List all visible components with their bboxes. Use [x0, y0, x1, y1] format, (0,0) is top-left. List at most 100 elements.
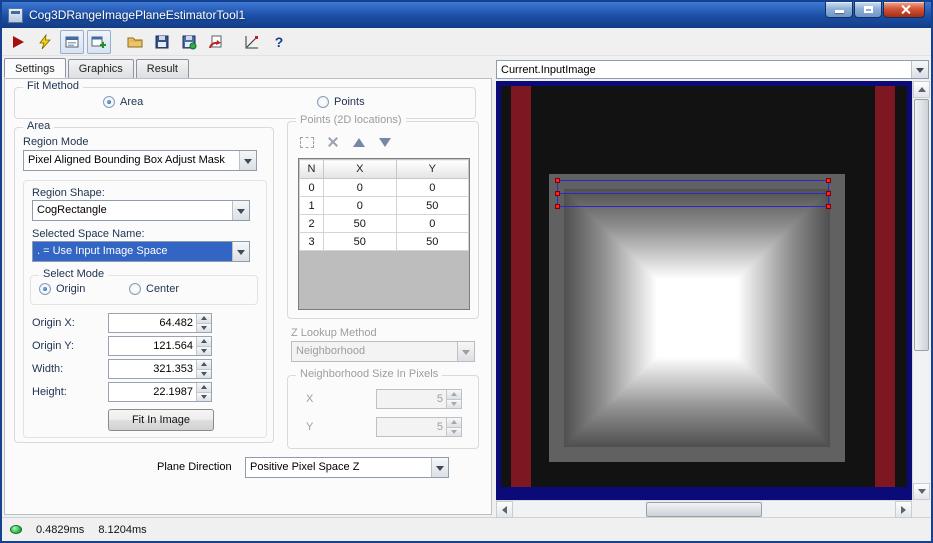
fit-method-points-radio[interactable]: Points	[317, 96, 365, 108]
cell-x[interactable]: 50	[323, 232, 397, 251]
resize-handle[interactable]	[555, 204, 560, 209]
spin-down-icon[interactable]	[197, 392, 211, 401]
cell-x[interactable]: 0	[323, 196, 397, 215]
spin-down-icon[interactable]	[197, 346, 211, 355]
save-image-button[interactable]	[177, 30, 201, 54]
open-file-button[interactable]	[123, 30, 147, 54]
origin-x-stepper[interactable]: 64.482	[108, 313, 212, 333]
height-value[interactable]: 22.1987	[109, 383, 196, 401]
titlebar[interactable]: Cog3DRangeImagePlaneEstimatorTool1	[2, 2, 931, 28]
fit-method-area-radio[interactable]: Area	[103, 96, 143, 108]
width-value[interactable]: 321.353	[109, 360, 196, 378]
col-header-x[interactable]: X	[323, 159, 397, 179]
cell-y[interactable]: 50	[395, 232, 469, 251]
cell-n[interactable]: 1	[299, 196, 324, 215]
benchmark-button[interactable]	[240, 30, 264, 54]
table-row[interactable]: 1 0 50	[299, 196, 469, 215]
chevron-down-icon[interactable]	[431, 458, 448, 477]
spin-up-icon[interactable]	[447, 390, 461, 400]
table-row[interactable]: 3 50 50	[299, 232, 469, 251]
region-shape-combobox[interactable]: CogRectangle	[32, 200, 250, 221]
tab-settings[interactable]: Settings	[4, 58, 66, 78]
image-viewport-wrap	[496, 81, 930, 518]
width-stepper[interactable]: 321.353	[108, 359, 212, 379]
neighborhood-y-stepper[interactable]: 5	[376, 417, 462, 437]
resize-handle[interactable]	[555, 191, 560, 196]
col-header-y[interactable]: Y	[395, 159, 469, 179]
run-button[interactable]	[6, 30, 30, 54]
points-table[interactable]: N X Y 0 0 0 1 0 50 2 50 0 3 50 50	[298, 158, 470, 310]
region-selection-rect[interactable]	[555, 178, 831, 209]
resize-handle[interactable]	[826, 191, 831, 196]
z-lookup-combobox[interactable]: Neighborhood	[291, 341, 475, 362]
select-mode-center-radio[interactable]: Center	[129, 283, 179, 295]
plane-direction-combobox[interactable]: Positive Pixel Space Z	[245, 457, 449, 478]
origin-y-stepper[interactable]: 121.564	[108, 336, 212, 356]
cell-n[interactable]: 0	[299, 178, 324, 197]
cell-y[interactable]: 0	[395, 214, 469, 233]
maximize-button[interactable]	[854, 2, 882, 18]
region-mode-combobox[interactable]: Pixel Aligned Bounding Box Adjust Mask	[23, 150, 257, 171]
spin-up-icon[interactable]	[197, 383, 211, 393]
image-viewport[interactable]	[496, 81, 912, 500]
tool-editor-button[interactable]	[60, 29, 84, 54]
fit-in-image-button[interactable]: Fit In Image	[108, 409, 214, 431]
new-tool-button[interactable]	[87, 29, 111, 54]
scroll-up-button[interactable]	[913, 81, 930, 98]
delete-point-button[interactable]	[324, 134, 342, 150]
horizontal-scroll-thumb[interactable]	[646, 502, 762, 517]
spin-down-icon[interactable]	[197, 323, 211, 332]
chevron-down-icon[interactable]	[239, 151, 256, 170]
close-button[interactable]	[883, 2, 925, 18]
spin-up-icon[interactable]	[197, 360, 211, 370]
save-button[interactable]	[150, 30, 174, 54]
spin-down-icon[interactable]	[447, 399, 461, 408]
add-point-button[interactable]	[298, 134, 316, 150]
tab-graphics[interactable]: Graphics	[67, 59, 134, 79]
spin-up-icon[interactable]	[197, 337, 211, 347]
spin-up-icon[interactable]	[197, 314, 211, 324]
resize-handle[interactable]	[826, 178, 831, 183]
neighborhood-x-stepper[interactable]: 5	[376, 389, 462, 409]
cell-y[interactable]: 50	[395, 196, 469, 215]
chevron-down-icon[interactable]	[457, 342, 474, 361]
cell-y[interactable]: 0	[395, 178, 469, 197]
spin-down-icon[interactable]	[197, 369, 211, 378]
scroll-left-button[interactable]	[496, 501, 513, 518]
cell-x[interactable]: 0	[323, 178, 397, 197]
chevron-down-icon[interactable]	[911, 61, 928, 78]
col-header-n[interactable]: N	[299, 159, 324, 179]
range-image[interactable]	[501, 86, 907, 487]
resize-handle[interactable]	[826, 204, 831, 209]
cell-n[interactable]: 2	[299, 214, 324, 233]
selected-space-combobox[interactable]: . = Use Input Image Space	[32, 241, 250, 262]
cell-n[interactable]: 3	[299, 232, 324, 251]
help-button[interactable]: ?	[267, 30, 291, 54]
height-stepper[interactable]: 22.1987	[108, 382, 212, 402]
move-point-down-button[interactable]	[376, 134, 394, 150]
vertical-scrollbar[interactable]	[912, 81, 930, 500]
live-run-button[interactable]	[33, 30, 57, 54]
minimize-button[interactable]	[825, 2, 853, 18]
table-row[interactable]: 0 0 0	[299, 178, 469, 197]
select-mode-origin-radio[interactable]: Origin	[39, 283, 85, 295]
spin-up-icon[interactable]	[447, 418, 461, 428]
image-source-combobox[interactable]: Current.InputImage	[496, 60, 929, 79]
chevron-down-icon[interactable]	[232, 201, 249, 220]
horizontal-scrollbar[interactable]	[496, 500, 912, 518]
scroll-down-button[interactable]	[913, 483, 930, 500]
table-row[interactable]: 2 50 0	[299, 214, 469, 233]
chevron-down-icon[interactable]	[232, 242, 249, 261]
origin-y-value[interactable]: 121.564	[109, 337, 196, 355]
neighborhood-x-value[interactable]: 5	[377, 390, 446, 408]
tab-result[interactable]: Result	[135, 59, 189, 79]
revert-button[interactable]	[204, 30, 228, 54]
resize-handle[interactable]	[555, 178, 560, 183]
scroll-right-button[interactable]	[895, 501, 912, 518]
spin-down-icon[interactable]	[447, 427, 461, 436]
move-point-up-button[interactable]	[350, 134, 368, 150]
origin-x-value[interactable]: 64.482	[109, 314, 196, 332]
cell-x[interactable]: 50	[323, 214, 397, 233]
vertical-scroll-thumb[interactable]	[914, 99, 929, 351]
neighborhood-y-value[interactable]: 5	[377, 418, 446, 436]
